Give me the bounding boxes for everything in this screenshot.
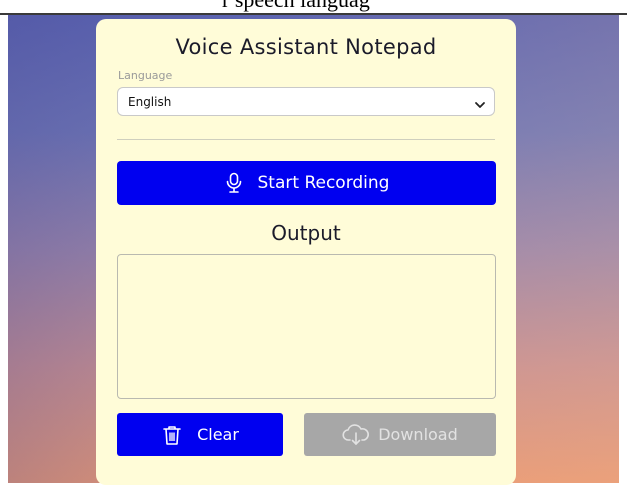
output-heading: Output xyxy=(271,221,341,245)
start-recording-label: Start Recording xyxy=(257,173,390,193)
clear-label: Clear xyxy=(197,425,239,444)
download-label: Download xyxy=(378,425,458,444)
output-textarea[interactable] xyxy=(117,254,496,399)
language-select[interactable]: English xyxy=(117,87,495,116)
notepad-card: Voice Assistant Notepad Language English… xyxy=(96,19,516,485)
language-label: Language xyxy=(118,69,173,82)
top-strip: r speech languag xyxy=(0,0,627,14)
app-title: Voice Assistant Notepad xyxy=(175,35,437,59)
top-caption: r speech languag xyxy=(222,0,402,11)
chevron-down-icon xyxy=(474,96,486,108)
cloud-download-icon xyxy=(342,423,370,446)
download-button[interactable]: Download xyxy=(304,413,496,456)
start-recording-button[interactable]: Start Recording xyxy=(117,161,496,205)
clear-button[interactable]: Clear xyxy=(117,413,283,456)
microphone-icon xyxy=(224,172,244,194)
language-select-value: English xyxy=(128,95,172,109)
divider xyxy=(117,139,495,140)
trash-icon xyxy=(161,424,183,446)
